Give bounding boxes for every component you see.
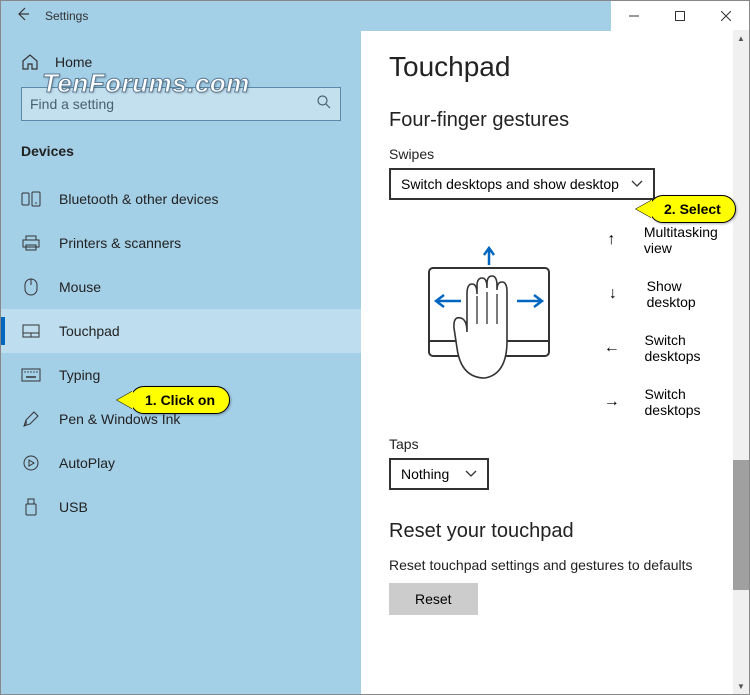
sidebar-item-label: Touchpad: [59, 323, 120, 339]
sidebar-item-label: Printers & scanners: [59, 235, 181, 251]
gesture-legend: ↑ Multitasking view ↓ Show desktop ← Swi…: [603, 224, 733, 418]
main-panel: Touchpad Four-finger gestures Swipes Swi…: [361, 31, 749, 694]
nav-list: Bluetooth & other devices Printers & sca…: [1, 177, 361, 529]
sidebar-item-touchpad[interactable]: Touchpad: [1, 309, 361, 353]
close-button[interactable]: [703, 1, 749, 31]
chevron-down-icon: [631, 177, 643, 191]
swipes-label: Swipes: [389, 146, 733, 162]
gesture-area: ↑ Multitasking view ↓ Show desktop ← Swi…: [419, 224, 733, 418]
sidebar-item-label: Mouse: [59, 279, 101, 295]
sidebar-item-label: AutoPlay: [59, 455, 115, 471]
category-header: Devices: [1, 139, 361, 177]
autoplay-icon: [21, 454, 41, 472]
section-title: Four-finger gestures: [389, 109, 733, 132]
touchpad-illustration: [419, 246, 569, 396]
sidebar-item-mouse[interactable]: Mouse: [1, 265, 361, 309]
window-controls: [611, 1, 749, 31]
taps-label: Taps: [389, 436, 733, 452]
search-icon: [316, 94, 332, 115]
sidebar: Home Find a setting Devices Bluetooth & …: [1, 31, 361, 694]
home-label: Home: [55, 54, 92, 70]
sidebar-item-label: Typing: [59, 367, 100, 383]
back-button[interactable]: [15, 6, 31, 27]
swipes-dropdown[interactable]: Switch desktops and show desktop: [389, 168, 655, 200]
sidebar-item-bluetooth[interactable]: Bluetooth & other devices: [1, 177, 361, 221]
scrollbar[interactable]: ▲ ▼: [733, 30, 749, 694]
arrow-left-icon: ←: [603, 339, 621, 357]
reset-description: Reset touchpad settings and gestures to …: [389, 557, 733, 573]
reset-title: Reset your touchpad: [389, 520, 733, 543]
legend-text: Switch desktops: [645, 332, 734, 364]
home-icon: [21, 53, 39, 71]
legend-row-right: → Switch desktops: [603, 386, 733, 418]
chevron-down-icon: [465, 467, 477, 481]
home-nav[interactable]: Home: [1, 43, 361, 81]
arrow-down-icon: ↓: [603, 285, 623, 303]
titlebar: Settings: [1, 1, 749, 31]
legend-row-up: ↑ Multitasking view: [603, 224, 733, 256]
sidebar-item-label: Bluetooth & other devices: [59, 191, 219, 207]
scroll-down-button[interactable]: ▼: [733, 678, 749, 694]
sidebar-item-label: USB: [59, 499, 88, 515]
printer-icon: [21, 234, 41, 252]
sidebar-item-autoplay[interactable]: AutoPlay: [1, 441, 361, 485]
legend-row-left: ← Switch desktops: [603, 332, 733, 364]
pen-icon: [21, 410, 41, 428]
window-title: Settings: [45, 9, 88, 23]
usb-icon: [21, 498, 41, 516]
annotation-callout-2: 2. Select: [649, 195, 736, 223]
arrow-right-icon: →: [603, 393, 621, 411]
maximize-button[interactable]: [657, 1, 703, 31]
bluetooth-devices-icon: [21, 190, 41, 208]
taps-dropdown-value: Nothing: [401, 466, 449, 482]
scroll-up-button[interactable]: ▲: [733, 30, 749, 46]
reset-section: Reset your touchpad Reset touchpad setti…: [389, 520, 733, 615]
mouse-icon: [21, 278, 41, 296]
touchpad-icon: [21, 322, 41, 340]
search-placeholder: Find a setting: [30, 96, 114, 112]
taps-dropdown[interactable]: Nothing: [389, 458, 489, 490]
legend-text: Show desktop: [647, 278, 733, 310]
page-title: Touchpad: [389, 51, 733, 83]
content-area: Home Find a setting Devices Bluetooth & …: [1, 31, 749, 694]
search-input[interactable]: Find a setting: [21, 87, 341, 121]
legend-row-down: ↓ Show desktop: [603, 278, 733, 310]
legend-text: Switch desktops: [645, 386, 734, 418]
legend-text: Multitasking view: [644, 224, 733, 256]
arrow-up-icon: ↑: [603, 231, 620, 249]
keyboard-icon: [21, 366, 41, 384]
sidebar-item-printers[interactable]: Printers & scanners: [1, 221, 361, 265]
minimize-button[interactable]: [611, 1, 657, 31]
settings-window: Settings Home Find a setting: [0, 0, 750, 695]
annotation-callout-1: 1. Click on: [130, 386, 230, 414]
scroll-thumb[interactable]: [733, 460, 749, 590]
reset-button[interactable]: Reset: [389, 583, 478, 615]
sidebar-item-usb[interactable]: USB: [1, 485, 361, 529]
swipes-dropdown-value: Switch desktops and show desktop: [401, 176, 619, 192]
